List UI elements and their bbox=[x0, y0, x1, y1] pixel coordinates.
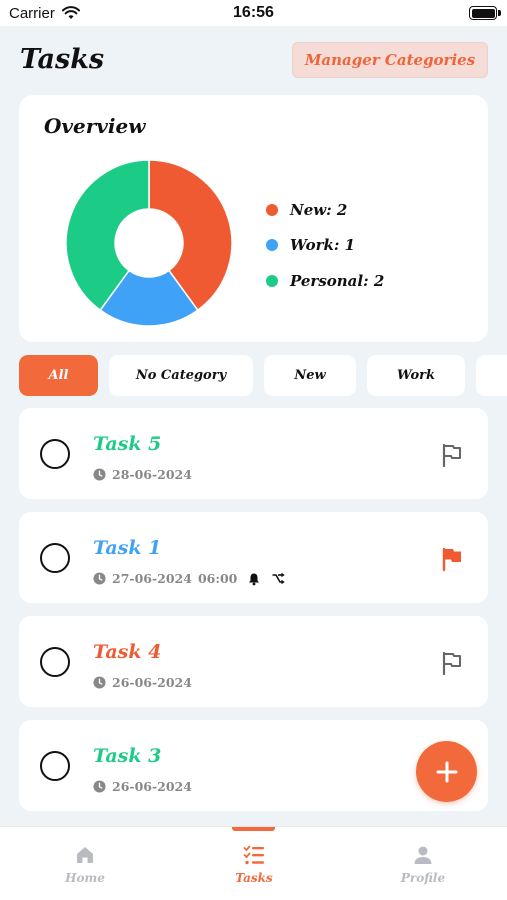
task-complete-checkbox[interactable] bbox=[40, 543, 70, 573]
legend-label-personal: Personal: 2 bbox=[290, 271, 385, 290]
battery-icon bbox=[469, 6, 497, 20]
clock-time: 16:56 bbox=[233, 4, 274, 21]
battery-nub bbox=[498, 10, 501, 16]
overview-title: Overview bbox=[44, 114, 146, 138]
person-icon bbox=[414, 846, 432, 864]
clock-icon bbox=[93, 468, 106, 481]
bell-icon bbox=[249, 573, 260, 585]
category-filter-bar: All No Category New Work bbox=[19, 355, 507, 396]
task-date: 26-06-2024 bbox=[112, 675, 192, 690]
chart-legend: New: 2 Work: 1 Personal: 2 bbox=[266, 192, 384, 299]
legend-dot-personal bbox=[266, 274, 278, 287]
home-icon bbox=[77, 847, 93, 863]
plus-icon bbox=[436, 761, 457, 782]
filter-chip-new[interactable]: New bbox=[264, 355, 356, 396]
filter-chip-no-category[interactable]: No Category bbox=[109, 355, 253, 396]
manager-categories-button[interactable]: Manager Categories bbox=[292, 42, 488, 78]
bottom-nav: Home Tasks Profile bbox=[0, 826, 507, 900]
task-title: Task 1 bbox=[93, 537, 162, 559]
legend-label-new: New: 2 bbox=[290, 200, 348, 219]
page-title: Tasks bbox=[20, 44, 105, 75]
nav-item-profile[interactable]: Profile bbox=[378, 843, 468, 885]
clock-icon bbox=[93, 572, 106, 585]
active-tab-indicator bbox=[232, 827, 275, 831]
filter-chip-overflow[interactable] bbox=[476, 355, 507, 396]
legend-item-personal: Personal: 2 bbox=[266, 263, 384, 299]
subtasks-icon bbox=[272, 572, 286, 584]
legend-label-work: Work: 1 bbox=[290, 236, 356, 255]
task-card[interactable]: Task 1 27-06-2024 06:00 bbox=[19, 512, 488, 603]
task-complete-checkbox[interactable] bbox=[40, 647, 70, 677]
task-title: Task 4 bbox=[93, 641, 162, 663]
task-date: 26-06-2024 bbox=[112, 779, 192, 794]
tasks-list-icon bbox=[243, 845, 264, 865]
task-complete-checkbox[interactable] bbox=[40, 439, 70, 469]
legend-item-new: New: 2 bbox=[266, 192, 384, 228]
task-meta: 26-06-2024 bbox=[93, 675, 192, 690]
status-bar: Carrier 16:56 bbox=[0, 0, 507, 26]
task-meta: 26-06-2024 bbox=[93, 779, 192, 794]
task-date: 27-06-2024 bbox=[112, 571, 192, 586]
legend-dot-new bbox=[266, 203, 278, 216]
clock-icon bbox=[93, 780, 106, 793]
overview-card: Overview New: 2 Work: 1 Personal: 2 bbox=[19, 95, 488, 342]
filter-chip-all[interactable]: All bbox=[19, 355, 98, 396]
nav-label-tasks: Tasks bbox=[235, 871, 273, 885]
flag-outline-icon[interactable] bbox=[439, 442, 465, 468]
nav-label-profile: Profile bbox=[400, 871, 446, 885]
filter-chip-work[interactable]: Work bbox=[367, 355, 465, 396]
nav-label-home: Home bbox=[65, 871, 105, 885]
task-card[interactable]: Task 4 26-06-2024 bbox=[19, 616, 488, 707]
flag-outline-icon[interactable] bbox=[439, 650, 465, 676]
clock-icon bbox=[93, 676, 106, 689]
task-complete-checkbox[interactable] bbox=[40, 751, 70, 781]
task-meta: 27-06-2024 06:00 bbox=[93, 571, 286, 586]
task-title: Task 3 bbox=[93, 745, 162, 767]
nav-item-home[interactable]: Home bbox=[40, 843, 130, 885]
task-time: 06:00 bbox=[197, 571, 238, 586]
task-meta: 28-06-2024 bbox=[93, 467, 192, 482]
task-card[interactable]: Task 5 28-06-2024 bbox=[19, 408, 488, 499]
add-task-button[interactable] bbox=[416, 741, 477, 802]
legend-dot-work bbox=[266, 239, 278, 252]
task-title: Task 5 bbox=[93, 433, 162, 455]
legend-item-work: Work: 1 bbox=[266, 228, 384, 264]
task-date: 28-06-2024 bbox=[112, 467, 192, 482]
nav-item-tasks[interactable]: Tasks bbox=[209, 843, 299, 885]
category-donut-chart bbox=[65, 159, 233, 327]
flag-filled-icon[interactable] bbox=[439, 546, 465, 572]
